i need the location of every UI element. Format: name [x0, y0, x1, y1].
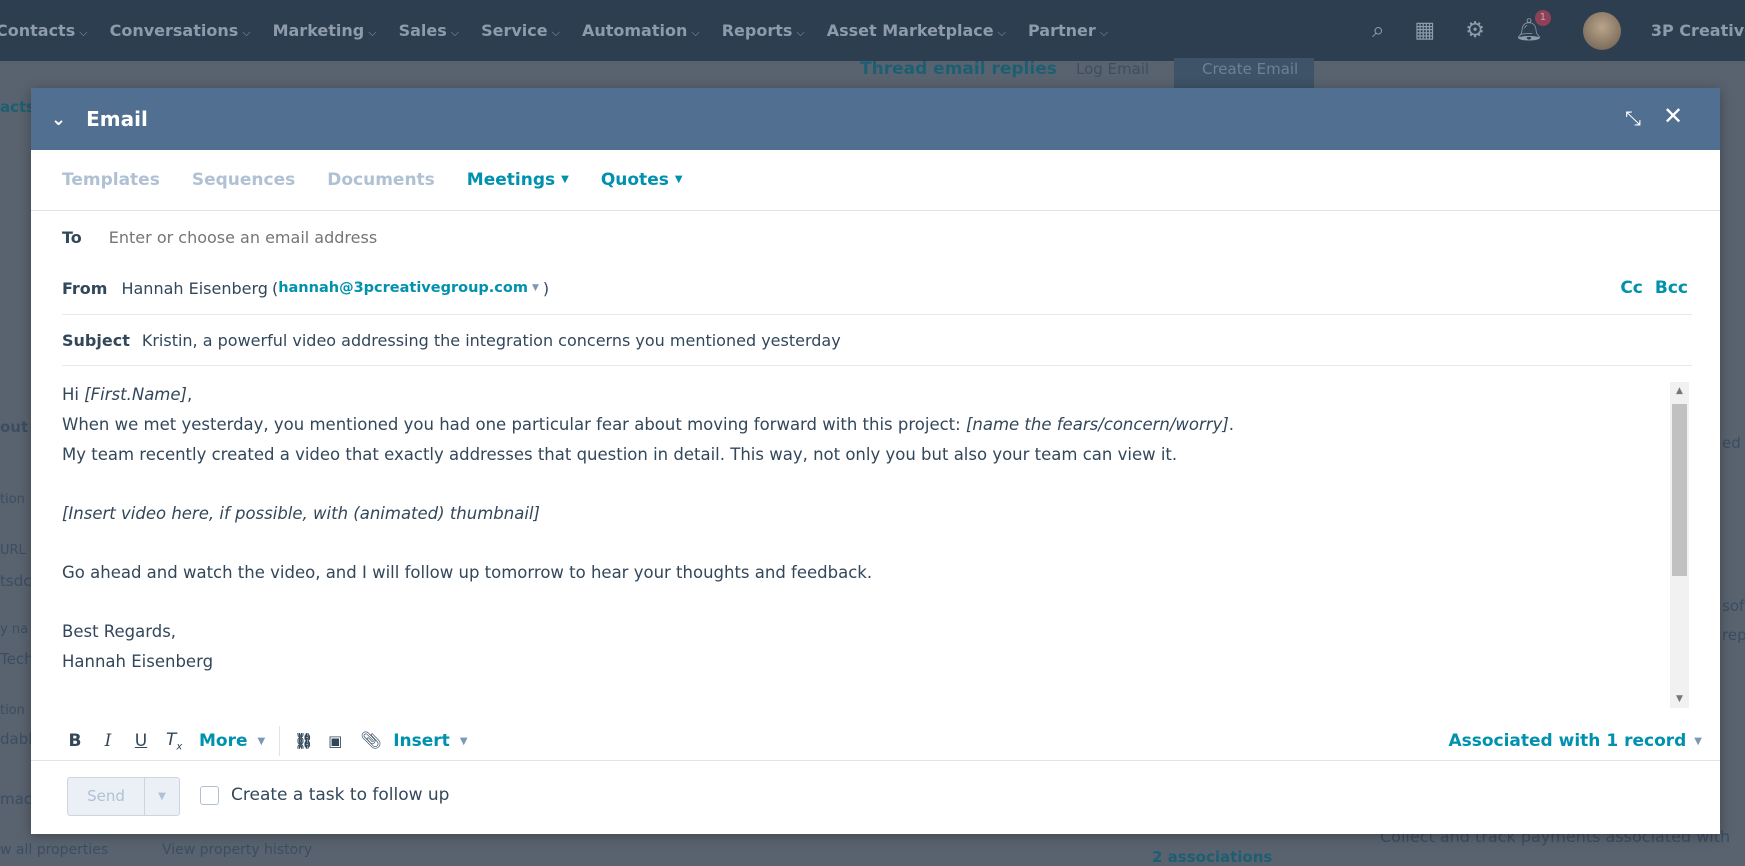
subject-input[interactable]: Kristin, a powerful video addressing the…: [142, 331, 841, 350]
bg-text: rep: [1722, 626, 1745, 644]
nav-sales[interactable]: Sales ⌵: [399, 21, 460, 40]
image-icon[interactable]: ▣: [327, 732, 343, 750]
from-label: From: [62, 278, 108, 298]
bcc-button[interactable]: Bcc: [1655, 278, 1688, 298]
nav-conversations[interactable]: Conversations ⌵: [110, 21, 251, 40]
from-email-select[interactable]: hannah@3pcreativegroup.com: [278, 280, 528, 296]
tab-sequences[interactable]: Sequences: [192, 170, 295, 190]
tab-documents[interactable]: Documents: [327, 170, 435, 190]
insert-button[interactable]: Insert: [393, 731, 450, 751]
email-body-editor[interactable]: Hi [First.Name], When we met yesterday, …: [62, 380, 1662, 677]
search-icon[interactable]: ⌕: [1372, 18, 1384, 43]
bg-text: tsdc: [0, 572, 32, 590]
subject-label: Subject: [62, 330, 130, 350]
send-button-group: Send ▼: [67, 777, 180, 816]
bg-text: tion: [0, 703, 25, 718]
footer-divider: [31, 760, 1720, 761]
avatar[interactable]: [1582, 11, 1621, 50]
scrollbar-thumb[interactable]: [1672, 404, 1687, 576]
account-name[interactable]: 3P Creative: [1651, 21, 1745, 40]
associations-link[interactable]: 2 associations: [1152, 848, 1272, 866]
scroll-up-icon[interactable]: ▲: [1670, 386, 1689, 396]
log-email-tab[interactable]: Log Email: [1076, 60, 1149, 78]
modal-header: ⌄ Email ⤡ ✕: [31, 88, 1720, 150]
to-label: To: [62, 227, 82, 247]
toolbar-divider: [279, 726, 281, 756]
caret-down-icon: ▼: [459, 735, 468, 747]
view-property-history-button[interactable]: View property history: [162, 842, 312, 858]
attachment-icon[interactable]: 📎︎: [360, 731, 382, 751]
close-icon[interactable]: ✕: [1663, 102, 1683, 130]
composer-tabs: Templates Sequences Documents Meetings ▼ …: [31, 150, 1720, 211]
nav-service[interactable]: Service ⌵: [481, 21, 560, 40]
italic-icon[interactable]: I: [100, 731, 116, 751]
thread-replies-link[interactable]: Thread email replies: [860, 59, 1057, 79]
associations-dropdown[interactable]: Associated with 1 record ▼: [1448, 726, 1702, 756]
nav-contacts[interactable]: Contacts ⌵: [0, 21, 88, 40]
body-scrollbar[interactable]: ▲ ▼: [1670, 382, 1689, 708]
nav-marketing[interactable]: Marketing ⌵: [273, 21, 377, 40]
followup-task-checkbox[interactable]: [200, 786, 219, 805]
formatting-toolbar: B I U Tx More ▼ ⛓ ▣ 📎︎ Insert ▼: [67, 726, 482, 756]
bg-text: out: [0, 418, 29, 436]
bg-text: mac: [0, 790, 33, 808]
tab-quotes[interactable]: Quotes ▼: [601, 170, 683, 190]
body-line: My team recently created a video that ex…: [62, 445, 1178, 464]
modal-title: Email: [86, 107, 148, 131]
view-all-properties-link[interactable]: w all properties: [0, 842, 108, 858]
send-button[interactable]: Send: [68, 778, 145, 815]
cc-button[interactable]: Cc: [1620, 278, 1643, 298]
send-options-caret-icon[interactable]: ▼: [145, 778, 179, 815]
to-input[interactable]: [108, 227, 909, 247]
minimize-icon[interactable]: ⤡: [1625, 106, 1641, 130]
followup-task-label[interactable]: Create a task to follow up: [231, 785, 449, 805]
personalization-token: [First.Name]: [84, 385, 187, 404]
bg-breadcrumb: acts: [0, 98, 36, 116]
gear-icon[interactable]: ⚙: [1465, 18, 1485, 43]
collapse-chevron-icon[interactable]: ⌄: [51, 109, 66, 130]
bg-text: Tech: [0, 650, 34, 668]
from-row: From Hannah Eisenberg (hannah@3pcreative…: [62, 278, 1688, 298]
nav-asset-marketplace[interactable]: Asset Marketplace ⌵: [827, 21, 1006, 40]
caret-down-icon: ▼: [674, 174, 683, 185]
video-placeholder: [Insert video here, if possible, with (a…: [62, 504, 540, 523]
top-nav: Contacts ⌵ Conversations ⌵ Marketing ⌵ Sale…: [0, 0, 1745, 61]
clear-format-icon[interactable]: Tx: [166, 730, 182, 752]
placeholder-token: [name the fears/concern/worry]: [965, 415, 1229, 434]
bg-text: y na: [0, 622, 29, 637]
email-composer-modal: ⌄ Email ⤡ ✕ Templates Sequences Document…: [31, 88, 1720, 834]
bg-text: soft: [1722, 597, 1745, 615]
caret-down-icon: ▼: [561, 174, 569, 185]
scroll-down-icon[interactable]: ▼: [1670, 694, 1689, 704]
create-email-tab[interactable]: Create Email: [1174, 58, 1314, 88]
caret-down-icon: ▼: [1694, 736, 1702, 747]
tab-meetings[interactable]: Meetings ▼: [467, 170, 569, 190]
nav-automation[interactable]: Automation ⌵: [582, 21, 700, 40]
bg-text: ed v: [1722, 434, 1745, 452]
from-name: Hannah Eisenberg: [121, 278, 268, 298]
link-icon[interactable]: ⛓: [294, 732, 313, 750]
caret-down-icon: ▼: [531, 283, 539, 293]
body-signature: Hannah Eisenberg: [62, 652, 214, 671]
bell-icon[interactable]: 🔔︎ 1: [1515, 10, 1551, 43]
divider: [62, 365, 1692, 366]
body-signoff: Best Regards,: [62, 622, 177, 641]
bg-text: tion: [0, 492, 25, 507]
notification-badge: 1: [1534, 10, 1551, 26]
marketplace-icon[interactable]: ▦: [1414, 18, 1435, 43]
caret-down-icon: ▼: [257, 735, 266, 747]
subject-row: Subject Kristin, a powerful video addres…: [62, 327, 1692, 353]
body-line: Go ahead and watch the video, and I will…: [62, 563, 873, 582]
to-row: To: [62, 224, 1692, 250]
more-button[interactable]: More: [199, 731, 248, 751]
bg-text: URL: [0, 543, 26, 558]
nav-partner[interactable]: Partner ⌵: [1028, 21, 1108, 40]
nav-reports[interactable]: Reports ⌵: [722, 21, 805, 40]
tab-templates[interactable]: Templates: [62, 170, 160, 190]
divider: [62, 314, 1692, 315]
bold-icon[interactable]: B: [67, 731, 83, 751]
underline-icon[interactable]: U: [133, 731, 149, 751]
